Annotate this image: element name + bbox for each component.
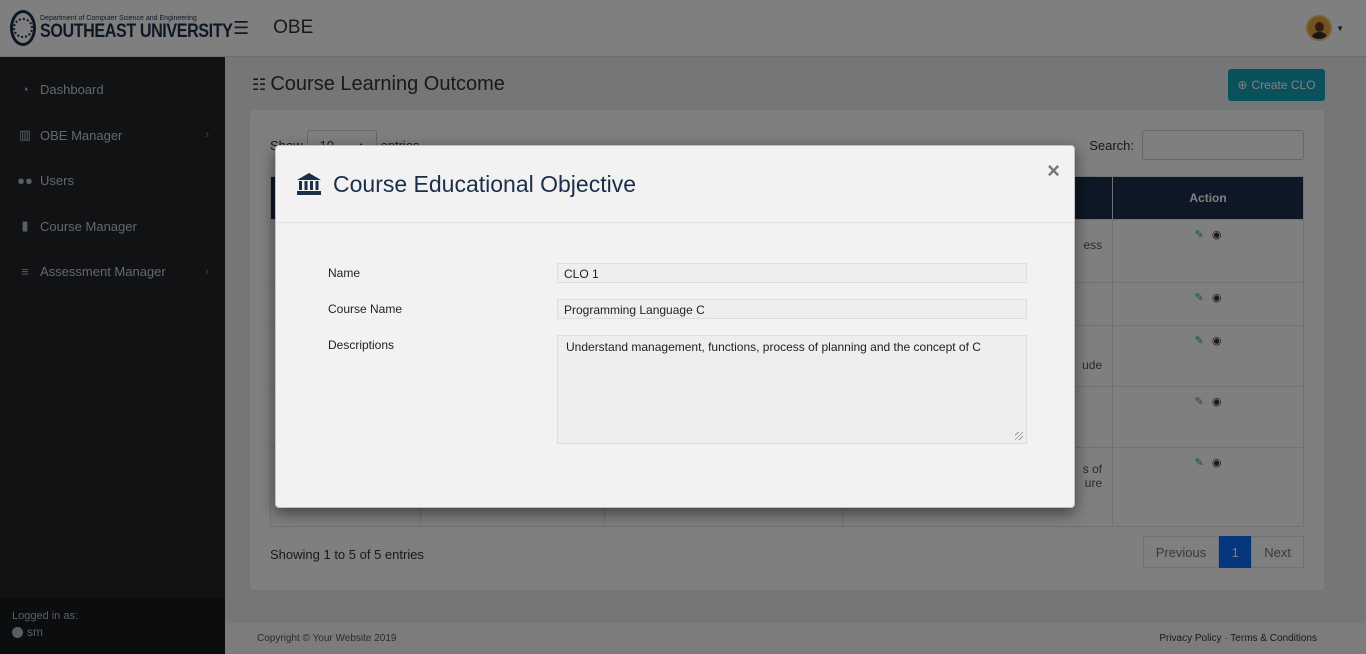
descriptions-label: Descriptions: [328, 338, 395, 352]
university-icon: [297, 173, 321, 195]
clo-details-modal: Course Educational Objective × Name CLO …: [275, 145, 1075, 508]
course-name-field[interactable]: Programming Language C: [557, 299, 1027, 319]
resize-handle-icon[interactable]: [1015, 432, 1023, 440]
modal-title: Course Educational Objective: [333, 170, 636, 197]
name-label: Name: [328, 266, 361, 280]
course-name-label: Course Name: [328, 302, 403, 316]
modal-header: Course Educational Objective ×: [276, 146, 1074, 223]
descriptions-text: Understand management, functions, proces…: [566, 340, 981, 354]
close-icon[interactable]: ×: [1047, 160, 1060, 182]
descriptions-field[interactable]: Understand management, functions, proces…: [557, 335, 1027, 444]
name-field[interactable]: CLO 1: [557, 263, 1027, 283]
